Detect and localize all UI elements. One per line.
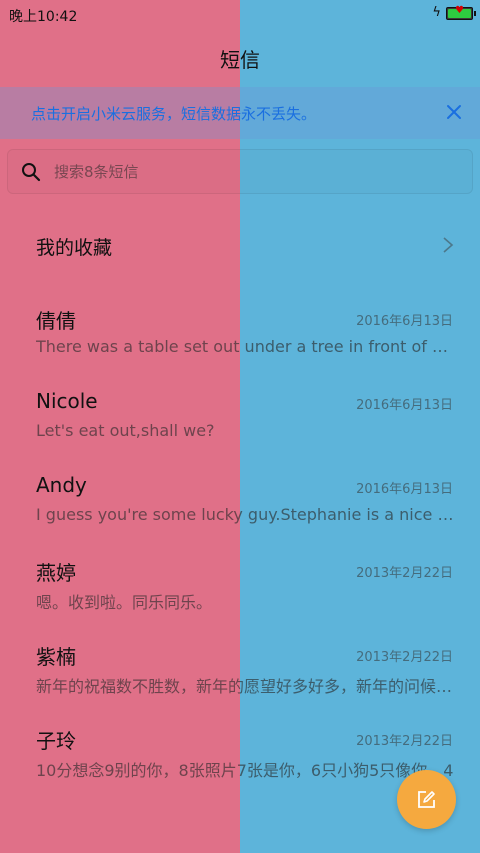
message-date: 2013年2月22日: [356, 734, 453, 749]
message-date: 2013年2月22日: [356, 566, 453, 581]
message-date: 2016年6月13日: [356, 314, 453, 329]
message-preview: 嗯。收到啦。同乐同乐。: [36, 593, 213, 612]
battery-icon: ♥: [446, 5, 476, 20]
message-preview: There was a table set out under a tree i…: [36, 337, 454, 356]
conversation-item[interactable]: 紫楠 2013年2月22日 新年的祝福数不胜数，新年的愿望好多好多，新年的问候一…: [0, 641, 480, 711]
message-preview: Let's eat out,shall we?: [36, 421, 215, 440]
contact-name: Andy: [36, 473, 87, 497]
message-date: 2016年6月13日: [356, 398, 453, 413]
favorites-label: 我的收藏: [36, 237, 113, 259]
close-icon[interactable]: [442, 100, 466, 124]
message-preview: 新年的祝福数不胜数，新年的愿望好多好多，新年的问候一句句: [36, 677, 454, 696]
lightning-icon: ϟ: [432, 5, 441, 20]
conversation-item[interactable]: Andy 2016年6月13日 I guess you're some luck…: [0, 473, 480, 543]
message-preview: I guess you're some lucky guy.Stephanie …: [36, 505, 454, 524]
conversation-item[interactable]: 燕婷 2013年2月22日 嗯。收到啦。同乐同乐。: [0, 557, 480, 627]
status-time: 晚上10:42: [9, 9, 78, 25]
cloud-service-banner[interactable]: 点击开启小米云服务，短信数据永不丢失。: [0, 87, 480, 139]
contact-name: Nicole: [36, 389, 98, 413]
contact-name: 倩倩: [36, 309, 76, 333]
favorites-row[interactable]: 我的收藏: [0, 225, 480, 265]
chevron-right-icon: [442, 236, 454, 254]
page-title: 短信: [220, 48, 260, 72]
conversation-item[interactable]: 倩倩 2016年6月13日 There was a table set out …: [0, 305, 480, 375]
compose-icon: [418, 791, 435, 808]
conversation-item[interactable]: Nicole 2016年6月13日 Let's eat out,shall we…: [0, 389, 480, 459]
search-bar[interactable]: [7, 149, 473, 194]
banner-text[interactable]: 点击开启小米云服务，短信数据永不丢失。: [31, 103, 316, 124]
status-bar: 晚上10:42 ϟ ♥: [0, 0, 480, 28]
search-icon: [21, 162, 41, 182]
contact-name: 燕婷: [36, 561, 76, 585]
search-input[interactable]: [54, 159, 454, 185]
compose-button[interactable]: [397, 770, 456, 829]
message-preview: 10分想念9别的你，8张照片7张是你，6只小狗5只像你，4: [36, 761, 454, 780]
contact-name: 紫楠: [36, 645, 76, 669]
message-date: 2016年6月13日: [356, 482, 453, 497]
message-date: 2013年2月22日: [356, 650, 453, 665]
contact-name: 子玲: [36, 729, 76, 753]
